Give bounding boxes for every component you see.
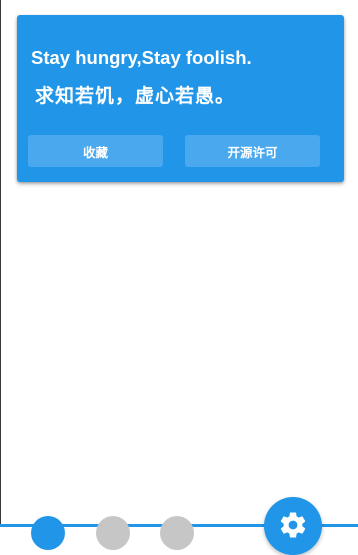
settings-fab[interactable] xyxy=(264,497,322,555)
quote-card: Stay hungry,Stay foolish. 求知若饥，虚心若愚。 收藏 … xyxy=(17,15,344,182)
open-source-license-button[interactable]: 开源许可 xyxy=(185,135,320,167)
quote-english: Stay hungry,Stay foolish. xyxy=(31,47,252,68)
page-indicator-3[interactable] xyxy=(160,516,194,550)
page-indicator-1[interactable] xyxy=(31,516,65,550)
quote-chinese: 求知若饥，虚心若愚。 xyxy=(35,85,236,107)
collect-button[interactable]: 收藏 xyxy=(28,135,163,167)
page-indicator-2[interactable] xyxy=(96,516,130,550)
gear-icon xyxy=(280,512,306,538)
window-edge xyxy=(0,0,1,527)
